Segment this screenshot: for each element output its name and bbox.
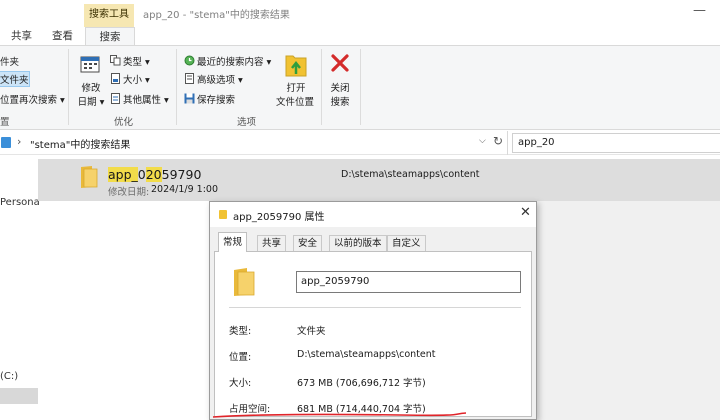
- type-value: 文件夹: [297, 326, 326, 337]
- search-input[interactable]: app_20: [512, 133, 720, 153]
- minimize-icon[interactable]: —: [693, 3, 706, 18]
- options-group-label: 选项: [237, 117, 257, 128]
- folder-icon: [81, 166, 98, 188]
- advanced-options-button[interactable]: 高级选项 ▾: [197, 72, 243, 86]
- result-name[interactable]: app_02059790: [108, 167, 201, 182]
- open-file-location-label-2[interactable]: 文件位置: [272, 94, 318, 108]
- tab-general[interactable]: 常规: [218, 232, 248, 252]
- date-modified-label-2[interactable]: 日期 ▾: [76, 94, 106, 108]
- tab-customize[interactable]: 自定义: [387, 235, 426, 251]
- close-search-label-1[interactable]: 关闭: [325, 80, 355, 94]
- size-on-disk-value: 681 MB (714,440,704 字节): [297, 404, 426, 415]
- result-name-rest: 59790: [161, 167, 202, 182]
- type-label: 类型:: [229, 326, 252, 337]
- search-highlight: 20: [145, 167, 162, 182]
- kind-button[interactable]: 类型 ▾: [123, 54, 150, 68]
- tab-previous-versions[interactable]: 以前的版本: [329, 235, 387, 251]
- ribbon-tabs: 共享 查看 搜索: [0, 27, 720, 46]
- other-properties-icon: [111, 93, 120, 104]
- result-path: D:\stema\steamapps\content: [341, 169, 480, 180]
- tab-share[interactable]: 共享: [11, 27, 32, 45]
- size-button[interactable]: 大小 ▾: [123, 72, 150, 86]
- size-icon: [111, 73, 120, 84]
- size-label: 大小:: [229, 378, 252, 389]
- result-name-mid: 0: [137, 167, 146, 182]
- save-search-icon: [184, 93, 195, 104]
- list-item[interactable]: app_02059790 修改日期: 2024/1/9 1:00 D:\stem…: [38, 159, 720, 201]
- recent-searches-button[interactable]: 最近的搜索内容 ▾: [197, 54, 271, 68]
- folder-icon: [234, 268, 255, 296]
- tab-view[interactable]: 查看: [52, 27, 73, 45]
- nav-item-drive-c[interactable]: (C:): [0, 371, 18, 382]
- ribbon-divider: [360, 49, 361, 125]
- ribbon-divider: [176, 49, 177, 125]
- close-search-label-2[interactable]: 搜索: [325, 94, 355, 108]
- refresh-icon[interactable]: ↻: [493, 134, 503, 148]
- ribbon-divider: [321, 49, 322, 125]
- search-highlight: app_: [108, 167, 138, 182]
- dialog-title-bar[interactable]: app_2059790 属性 ✕: [210, 202, 536, 227]
- title-bar: 搜索工具 app_20 - "stema"中的搜索结果 —: [0, 0, 720, 27]
- current-folder-button[interactable]: 件夹: [0, 54, 19, 68]
- location-value: D:\stema\steamapps\content: [297, 349, 436, 360]
- close-icon[interactable]: ✕: [520, 205, 531, 220]
- address-dropdown-icon[interactable]: ⌵: [479, 136, 486, 146]
- dialog-title: app_2059790 属性: [233, 212, 325, 223]
- tab-security[interactable]: 安全: [293, 235, 323, 251]
- all-subfolders-button[interactable]: 文件夹: [0, 71, 30, 87]
- nav-item-personal[interactable]: Persona: [0, 197, 40, 208]
- search-results-icon: [1, 137, 11, 148]
- advanced-options-icon: [185, 73, 194, 84]
- general-tab-panel: app_2059790 类型: 文件夹 位置: D:\stema\steamap…: [214, 251, 532, 417]
- location-label: 位置:: [229, 352, 252, 363]
- open-file-location-label-1[interactable]: 打开: [278, 80, 314, 94]
- other-properties-button[interactable]: 其他属性 ▾: [123, 92, 169, 106]
- close-search-icon: [331, 54, 349, 72]
- size-value: 673 MB (706,696,712 字节): [297, 378, 426, 389]
- folder-icon: [219, 210, 227, 219]
- size-on-disk-label: 占用空间:: [229, 404, 271, 415]
- window-title: app_20 - "stema"中的搜索结果: [143, 10, 290, 21]
- dialog-tabs: 常规 共享 安全 以前的版本 自定义: [214, 232, 532, 252]
- tab-search[interactable]: 搜索: [85, 27, 135, 46]
- divider: [229, 307, 521, 308]
- date-modified-value: 2024/1/9 1:00: [151, 184, 219, 195]
- nav-item-selected[interactable]: [0, 388, 38, 404]
- tab-sharing[interactable]: 共享: [257, 235, 287, 251]
- breadcrumb-chevron-icon[interactable]: ›: [17, 135, 21, 148]
- folder-name-field[interactable]: app_2059790: [296, 271, 521, 293]
- breadcrumb[interactable]: "stema"中的搜索结果: [30, 136, 130, 151]
- refine-group-label: 优化: [114, 117, 134, 128]
- calendar-icon: [80, 56, 100, 73]
- open-file-location-icon: [285, 55, 307, 77]
- recent-searches-icon: [184, 55, 195, 66]
- date-modified-label-1[interactable]: 修改: [80, 80, 102, 94]
- ribbon-divider: [68, 49, 69, 125]
- save-search-button[interactable]: 保存搜索: [197, 92, 235, 106]
- results-background: [537, 201, 720, 420]
- date-modified-label: 修改日期:: [108, 187, 150, 198]
- properties-dialog: app_2059790 属性 ✕ 常规 共享 安全 以前的版本 自定义 app_…: [209, 201, 537, 420]
- search-again-button[interactable]: 位置再次搜索 ▾: [0, 92, 65, 106]
- kind-icon: [110, 55, 121, 66]
- address-bar[interactable]: › "stema"中的搜索结果 ⌵ ↻ app_20: [0, 131, 720, 155]
- location-group-label: 置: [0, 117, 10, 128]
- ribbon: 件夹 文件夹 位置再次搜索 ▾ 置 修改 日期 ▾ 类型 ▾ 大小 ▾ 其他属性…: [0, 45, 720, 130]
- address-divider: [507, 131, 508, 155]
- search-tools-contextual-tab[interactable]: 搜索工具: [84, 4, 134, 27]
- navigation-pane: Persona (C:): [0, 156, 40, 420]
